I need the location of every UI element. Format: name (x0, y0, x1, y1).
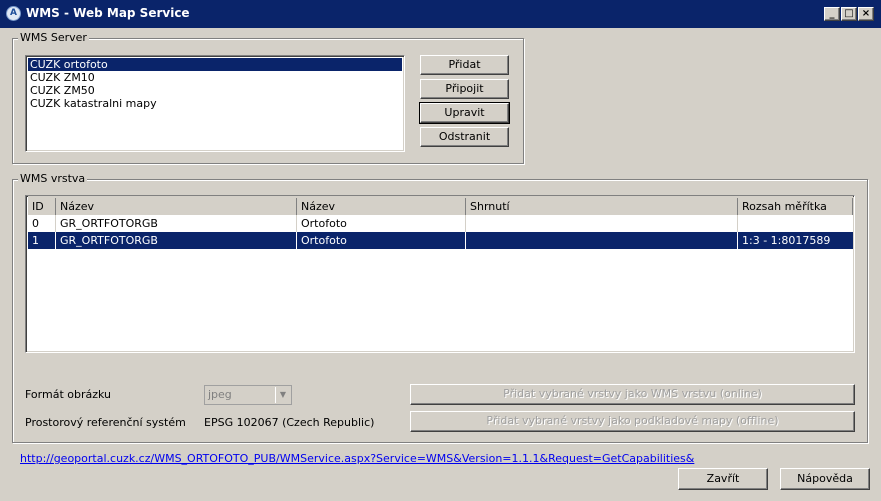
image-format-select: jpeg ▼ (204, 385, 292, 405)
cell-name: GR_ORTFOTORGB (56, 215, 297, 232)
image-format-label: Formát obrázku (25, 388, 112, 401)
close-button[interactable]: × (858, 7, 874, 21)
add-layers-offline-button[interactable]: Přidat vybrané vrstvy jako podkladové ma… (410, 411, 855, 432)
table-row-selected[interactable]: 1 GR_ORTFOTORGB Ortofoto 1:3 - 1:8017589 (28, 232, 853, 249)
column-header-id[interactable]: ID (28, 198, 56, 215)
cell-summary (466, 215, 738, 232)
help-button[interactable]: Nápověda (780, 468, 870, 490)
image-format-value: jpeg (208, 388, 232, 401)
wms-layer-legend: WMS vrstva (18, 172, 88, 185)
capabilities-url-link[interactable]: http://geoportal.cuzk.cz/WMS_ORTOFOTO_PU… (20, 452, 694, 465)
crs-value: EPSG 102067 (Czech Republic) (204, 416, 375, 429)
minimize-button[interactable]: _ (824, 7, 840, 21)
edit-server-button[interactable]: Upravit (419, 102, 510, 124)
column-header-name[interactable]: Název (56, 198, 297, 215)
cell-scale-range (738, 215, 853, 232)
cell-id: 1 (28, 232, 56, 249)
close-dialog-button[interactable]: Zavřít (678, 468, 768, 490)
layer-table[interactable]: ID Název Název Shrnutí Rozsah měřítka 0 … (25, 195, 855, 353)
wms-server-legend: WMS Server (18, 31, 89, 44)
window-title: WMS - Web Map Service (26, 6, 190, 20)
title-bar[interactable]: A WMS - Web Map Service _ □ × (0, 0, 881, 28)
cell-name: GR_ORTFOTORGB (56, 232, 297, 249)
chevron-down-icon: ▼ (275, 387, 290, 403)
cell-title: Ortofoto (297, 232, 466, 249)
connect-server-button[interactable]: Připojit (420, 79, 509, 99)
cell-title: Ortofoto (297, 215, 466, 232)
server-item-cuzk-zm10[interactable]: CUZK ZM10 (28, 71, 402, 84)
cell-summary (466, 232, 738, 249)
maximize-button[interactable]: □ (841, 7, 857, 21)
server-item-cuzk-zm50[interactable]: CUZK ZM50 (28, 84, 402, 97)
column-header-scale-range[interactable]: Rozsah měřítka (738, 198, 853, 215)
table-row[interactable]: 0 GR_ORTFOTORGB Ortofoto (28, 215, 853, 232)
column-header-summary[interactable]: Shrnutí (466, 198, 738, 215)
cell-scale-range: 1:3 - 1:8017589 (742, 234, 831, 247)
column-header-title[interactable]: Název (297, 198, 466, 215)
cell-id: 0 (28, 215, 56, 232)
add-server-button[interactable]: Přidat (420, 55, 509, 75)
remove-server-button[interactable]: Odstranit (420, 127, 509, 147)
server-list[interactable]: CUZK ortofoto CUZK ZM10 CUZK ZM50 CUZK k… (25, 55, 405, 152)
table-header: ID Název Název Shrnutí Rozsah měřítka (28, 196, 853, 215)
server-item-cuzk-ortofoto[interactable]: CUZK ortofoto (28, 58, 402, 71)
add-layers-online-button[interactable]: Přidat vybrané vrstvy jako WMS vrstvu (o… (410, 384, 855, 405)
server-item-cuzk-katastralni-mapy[interactable]: CUZK katastralni mapy (28, 97, 402, 110)
crs-label: Prostorový referenční systém (25, 416, 186, 429)
app-icon: A (6, 6, 21, 21)
